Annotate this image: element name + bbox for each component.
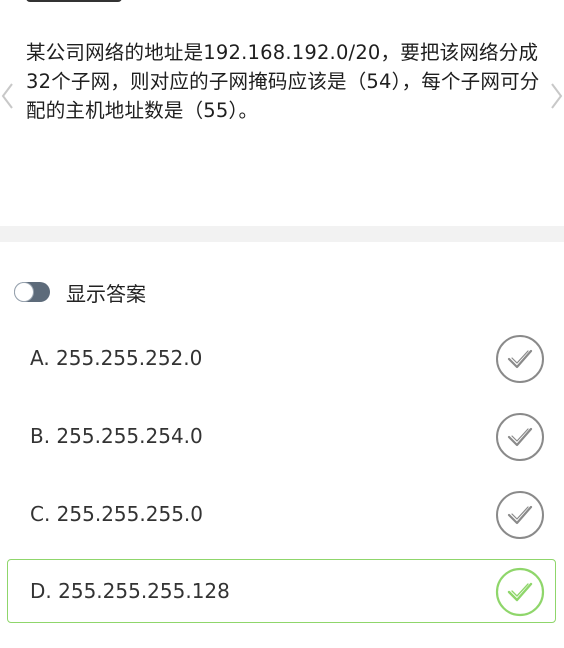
show-answer-toggle-row[interactable]: 显示答案 xyxy=(14,276,146,308)
check-circle-icon xyxy=(495,567,545,617)
option-d[interactable]: D. 255.255.255.128 xyxy=(7,559,556,623)
option-label: D. 255.255.255.128 xyxy=(30,579,230,603)
check-circle-icon xyxy=(496,413,544,461)
check-circle-icon xyxy=(496,335,544,383)
option-label: C. 255.255.255.0 xyxy=(30,502,203,526)
chevron-left-icon[interactable] xyxy=(0,80,16,112)
show-answer-toggle[interactable] xyxy=(14,282,50,302)
option-label: A. 255.255.252.0 xyxy=(30,346,203,370)
option-label: B. 255.255.254.0 xyxy=(30,424,203,448)
question-text: 某公司网络的地址是192.168.192.0/20，要把该网络分成32个子网，则… xyxy=(26,41,540,122)
option-c[interactable]: C. 255.255.255.0 xyxy=(7,482,556,546)
option-b[interactable]: B. 255.255.254.0 xyxy=(7,404,556,468)
show-answer-label: 显示答案 xyxy=(66,281,146,306)
chevron-right-icon[interactable] xyxy=(548,80,564,112)
section-divider xyxy=(0,226,564,242)
check-circle-icon xyxy=(496,491,544,539)
toggle-knob xyxy=(15,283,33,301)
top-tab-outline xyxy=(26,0,122,2)
option-a[interactable]: A. 255.255.252.0 xyxy=(7,326,556,390)
